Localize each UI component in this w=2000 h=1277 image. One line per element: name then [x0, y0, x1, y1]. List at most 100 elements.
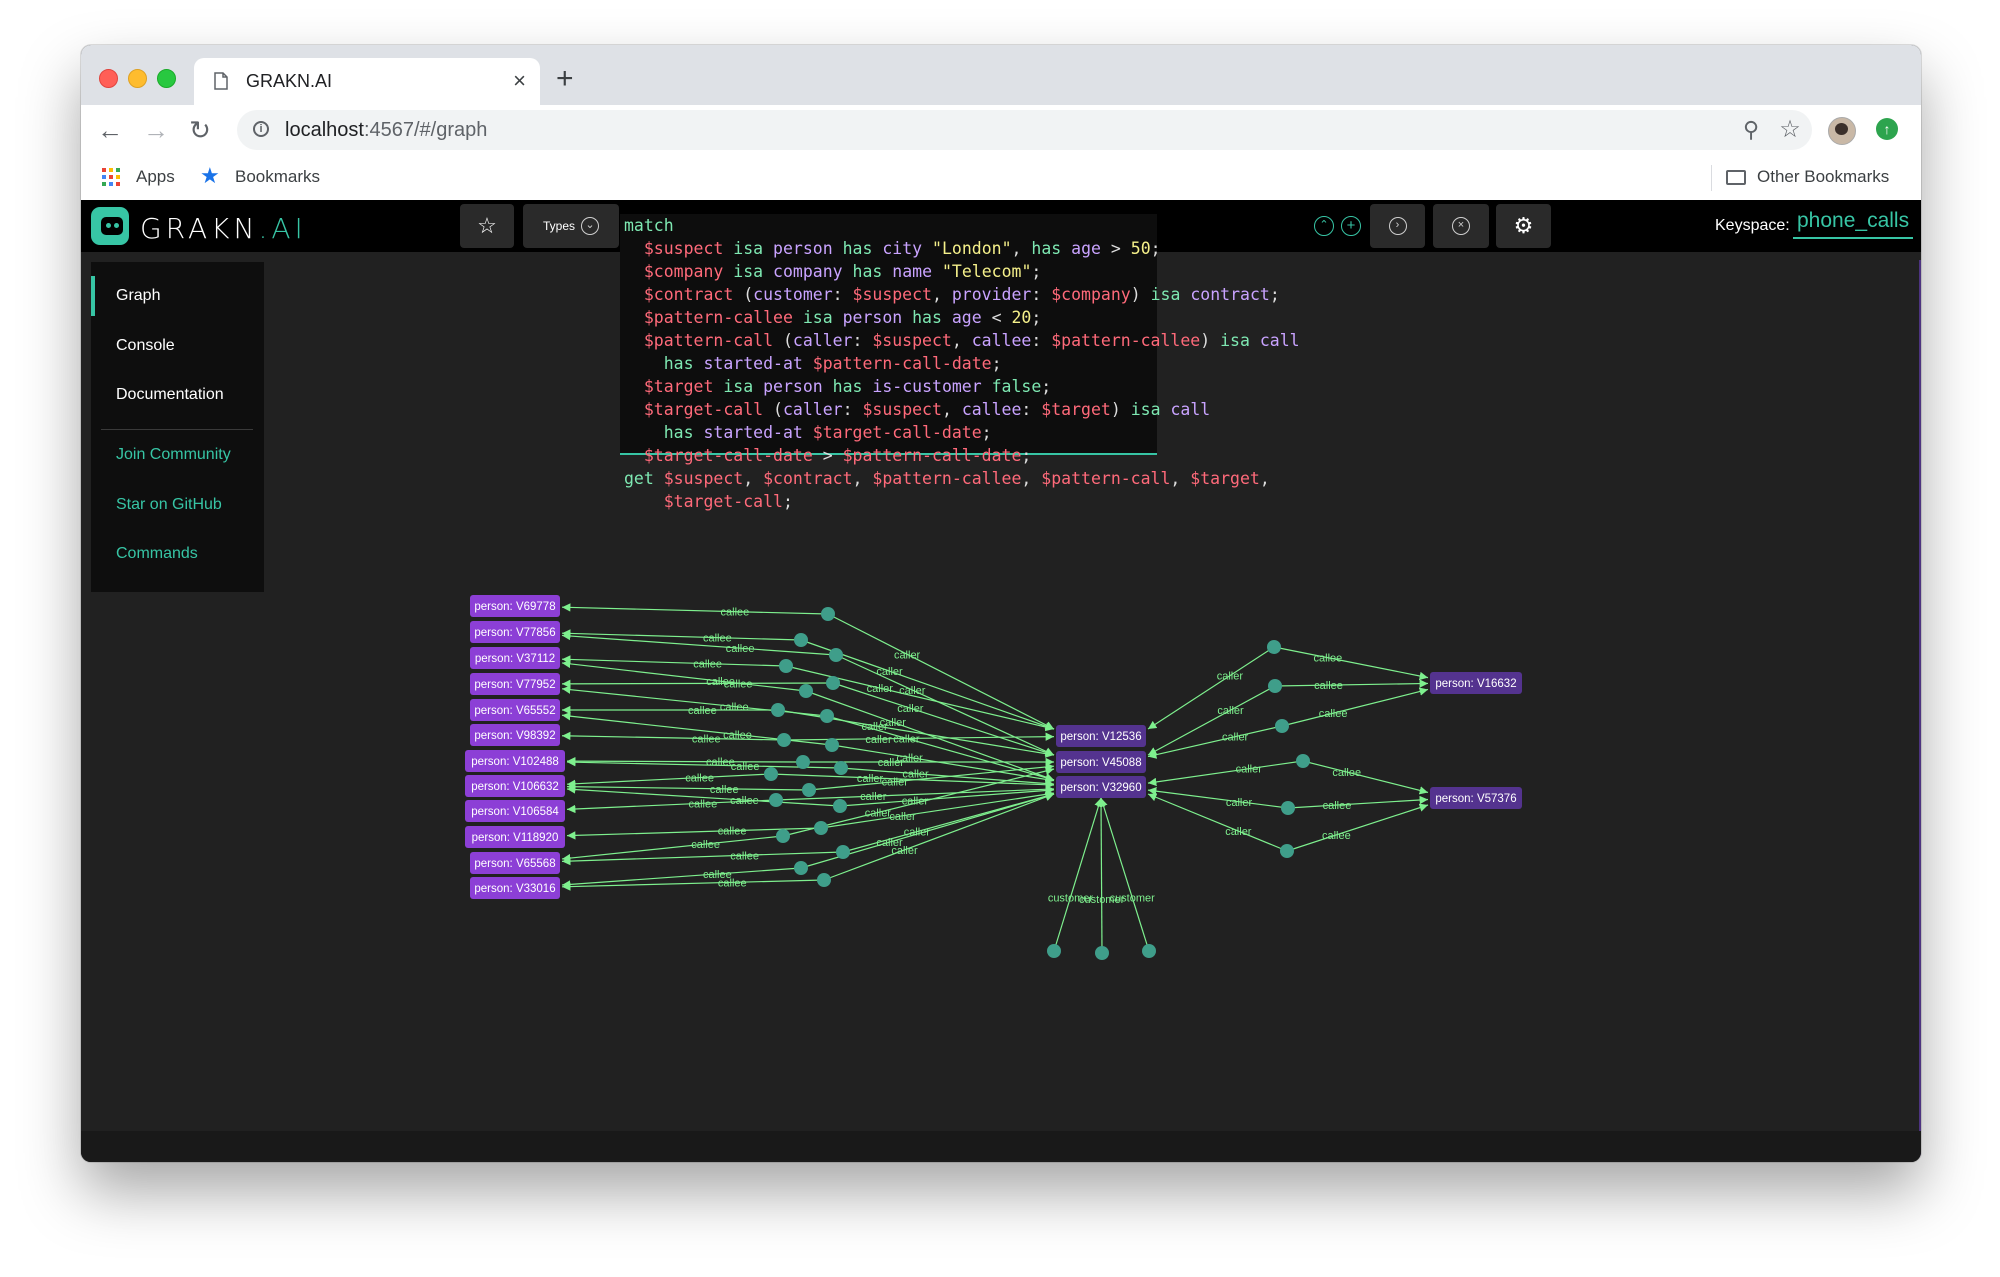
query-editor[interactable]: match $suspect isa person has city "Lond… [620, 214, 1300, 511]
relation-node[interactable] [1047, 944, 1061, 958]
document-icon [214, 72, 228, 90]
sidebar-link-star-on-github[interactable]: Star on GitHub [91, 485, 264, 525]
sidebar-item-console[interactable]: Console [91, 326, 264, 366]
relation-node[interactable] [777, 733, 791, 747]
relation-node[interactable] [834, 761, 848, 775]
apps-icon[interactable] [102, 168, 120, 186]
grakn-workbase: callee caller callee caller callee caller call… [81, 200, 1921, 1162]
sidebar-link-join-community[interactable]: Join Community [91, 435, 264, 475]
url-path: :4567/#/graph [363, 119, 488, 141]
relation-node[interactable] [817, 873, 831, 887]
relation-node[interactable] [1275, 719, 1289, 733]
relation-node[interactable] [1095, 946, 1109, 960]
run-query-button[interactable]: › [1370, 204, 1425, 248]
minimize-window-button[interactable] [128, 69, 147, 88]
zoom-window-button[interactable] [157, 69, 176, 88]
relation-node[interactable] [1267, 640, 1281, 654]
edge-label: caller [867, 683, 894, 695]
relation-node[interactable] [829, 648, 843, 662]
settings-button[interactable]: ⚙ [1496, 204, 1551, 248]
relation-node[interactable] [779, 659, 793, 673]
edge-label: caller [1217, 671, 1244, 683]
entity-node[interactable]: person: V77856 [470, 621, 560, 643]
entity-node[interactable]: person: V69778 [470, 595, 560, 617]
graph-edge [1099, 797, 1150, 952]
entity-node[interactable]: person: V12536 [1056, 725, 1146, 747]
extension-icon[interactable]: ↑ [1876, 118, 1898, 140]
relation-node[interactable] [794, 633, 808, 647]
apps-bookmark[interactable]: Apps [136, 167, 175, 187]
entity-node[interactable]: person: V57376 [1430, 787, 1522, 809]
entity-node[interactable]: person: V65568 [470, 852, 560, 874]
browser-tab[interactable]: GRAKN.AI × [194, 58, 540, 105]
relation-node[interactable] [776, 829, 790, 843]
keyspace-selector[interactable]: phone_calls [1793, 209, 1914, 239]
entity-node-label: person: V118920 [472, 832, 559, 844]
close-window-button[interactable] [99, 69, 118, 88]
logo-suffix: .AI [258, 212, 307, 245]
entity-node-label: person: V33016 [474, 883, 555, 895]
relation-node[interactable] [1280, 844, 1294, 858]
tab-close-icon[interactable]: × [513, 68, 526, 94]
edge-label: callee [720, 701, 749, 713]
sidebar-item-documentation[interactable]: Documentation [91, 375, 264, 415]
entity-node[interactable]: person: V16632 [1430, 672, 1522, 694]
relation-node[interactable] [769, 793, 783, 807]
edge-label: caller [1222, 732, 1249, 744]
relation-node[interactable] [1142, 944, 1156, 958]
entity-node[interactable]: person: V65552 [470, 699, 560, 721]
query-line: match [624, 216, 674, 235]
entity-node[interactable]: person: V106632 [465, 775, 565, 797]
relation-node[interactable] [1281, 801, 1295, 815]
relation-node[interactable] [825, 738, 839, 752]
clear-graph-button[interactable]: × [1433, 204, 1489, 248]
sidebar-link-commands[interactable]: Commands [91, 534, 264, 574]
favourite-queries-button[interactable]: ☆ [460, 204, 514, 248]
add-query-icon[interactable]: + [1341, 216, 1361, 236]
types-button[interactable]: Types ⌄ [523, 204, 619, 248]
edge-label: caller [897, 703, 924, 715]
entity-node[interactable]: person: V45088 [1056, 751, 1146, 773]
relation-node[interactable] [836, 845, 850, 859]
entity-node[interactable]: person: V32960 [1056, 776, 1146, 798]
forward-icon[interactable]: → [141, 115, 171, 145]
relation-node[interactable] [826, 676, 840, 690]
edge-label: caller [857, 773, 884, 785]
entity-node[interactable]: person: V118920 [465, 826, 565, 848]
other-bookmarks[interactable]: Other Bookmarks [1757, 167, 1889, 187]
query-line: get $suspect, $contract, $pattern-callee… [624, 469, 1270, 488]
bookmark-star-icon[interactable]: ☆ [1778, 118, 1802, 142]
graph-edge [1286, 803, 1429, 852]
entity-node[interactable]: person: V37112 [470, 647, 560, 669]
info-icon[interactable]: i [253, 121, 269, 137]
relation-node[interactable] [820, 709, 834, 723]
tab-bar: GRAKN.AI × + [81, 45, 1921, 105]
back-icon[interactable]: ← [95, 115, 125, 145]
relation-node[interactable] [821, 607, 835, 621]
bookmarks-folder[interactable]: Bookmarks [235, 167, 320, 187]
relation-node[interactable] [1296, 754, 1310, 768]
relation-node[interactable] [796, 755, 810, 769]
relation-node[interactable] [802, 783, 816, 797]
entity-node[interactable]: person: V102488 [465, 750, 565, 772]
profile-avatar[interactable] [1828, 117, 1856, 145]
zoom-icon[interactable]: ⚲ [1739, 118, 1763, 142]
chevron-up-icon[interactable]: ⌃ [1314, 216, 1334, 236]
entity-node[interactable]: person: V106584 [465, 800, 565, 822]
relation-node[interactable] [799, 684, 813, 698]
new-tab-button[interactable]: + [556, 62, 574, 96]
entity-node[interactable]: person: V77952 [470, 673, 560, 695]
relation-node[interactable] [764, 767, 778, 781]
edge-label: callee [688, 705, 717, 717]
relation-node[interactable] [1268, 679, 1282, 693]
entity-node[interactable]: person: V98392 [470, 724, 560, 746]
relation-node[interactable] [814, 821, 828, 835]
relation-node[interactable] [833, 799, 847, 813]
entity-node[interactable]: person: V33016 [470, 877, 560, 899]
relation-node[interactable] [794, 861, 808, 875]
reload-icon[interactable]: ↻ [185, 115, 215, 145]
relation-node[interactable] [771, 703, 785, 717]
sidebar-item-graph[interactable]: Graph [91, 276, 264, 316]
edge-label: caller [904, 827, 931, 839]
address-bar[interactable]: i localhost:4567/#/graph ⚲ ☆ [237, 110, 1812, 150]
